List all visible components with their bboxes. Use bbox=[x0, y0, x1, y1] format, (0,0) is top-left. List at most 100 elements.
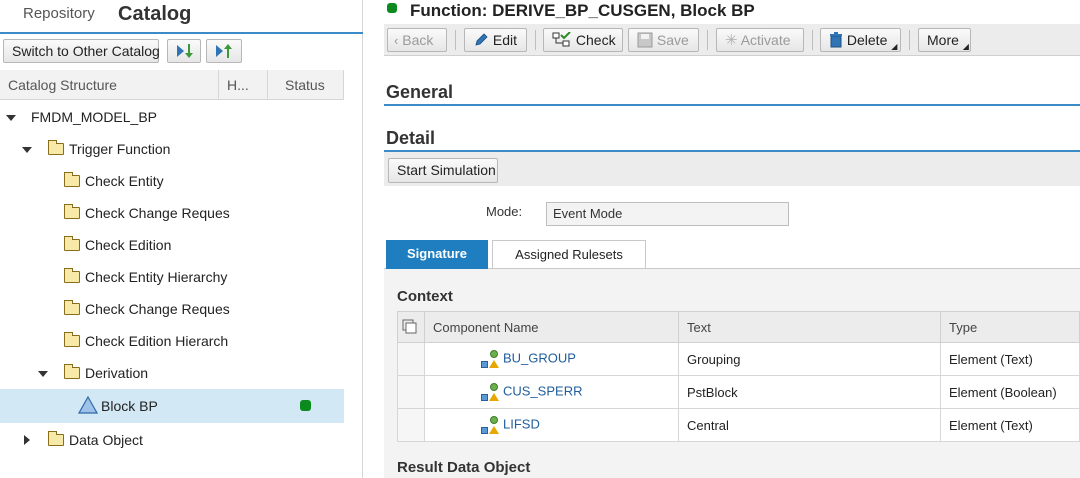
context-title: Context bbox=[397, 288, 453, 305]
tree-item-label: Check Entity Hierarchy bbox=[85, 269, 228, 285]
type-cell: Element (Text) bbox=[940, 408, 1080, 442]
select-all-cell[interactable] bbox=[397, 311, 425, 343]
move-up-button[interactable] bbox=[206, 39, 242, 63]
move-down-icon bbox=[177, 44, 193, 58]
tree-item-check-change-request[interactable]: Check Change Reques bbox=[0, 197, 344, 229]
column-status[interactable]: Status bbox=[268, 70, 344, 100]
column-catalog-structure[interactable]: Catalog Structure bbox=[0, 70, 219, 100]
data-element-icon bbox=[481, 416, 501, 434]
activate-icon: ✳ bbox=[725, 32, 738, 49]
dropdown-corner-icon: ◢ bbox=[891, 42, 898, 51]
tree-item-derivation[interactable]: Derivation bbox=[0, 357, 344, 389]
section-general[interactable]: General bbox=[386, 82, 453, 103]
tab-catalog[interactable]: Catalog bbox=[118, 0, 191, 32]
row-selector[interactable] bbox=[397, 375, 425, 409]
save-label: Save bbox=[656, 32, 689, 48]
component-cell: LIFSD bbox=[424, 408, 679, 442]
component-link[interactable]: CUS_SPERR bbox=[503, 383, 582, 398]
tree-item-check-edition[interactable]: Check Edition bbox=[0, 229, 344, 261]
tree-item-trigger-function[interactable]: Trigger Function bbox=[0, 133, 344, 165]
folder-icon bbox=[48, 431, 64, 446]
folder-icon bbox=[48, 140, 64, 155]
caret-right-icon[interactable] bbox=[24, 435, 30, 445]
pencil-icon bbox=[475, 33, 488, 46]
caret-down-icon[interactable] bbox=[38, 371, 48, 377]
tree-item-root[interactable]: FMDM_MODEL_BP bbox=[0, 101, 344, 133]
folder-icon bbox=[64, 204, 80, 219]
more-label: More bbox=[927, 32, 959, 48]
data-element-icon bbox=[481, 383, 501, 401]
activate-label: Activate bbox=[740, 32, 791, 48]
folder-icon bbox=[64, 236, 80, 251]
back-button[interactable]: ‹ Back bbox=[387, 28, 447, 52]
tree-item-label: Block BP bbox=[101, 398, 158, 414]
tree-item-label: Check Change Reques bbox=[85, 301, 230, 317]
context-table: Component Name Text Type BU_GROUP Groupi… bbox=[397, 311, 1080, 442]
edit-label: Edit bbox=[492, 32, 518, 48]
triangle-icon bbox=[78, 396, 98, 414]
table-row[interactable]: BU_GROUP Grouping Element (Text) bbox=[397, 342, 1080, 376]
text-cell: Grouping bbox=[678, 342, 941, 376]
mode-field[interactable]: Event Mode bbox=[546, 202, 789, 226]
check-button[interactable]: Check bbox=[543, 28, 623, 52]
tree-item-block-bp[interactable]: Block BP bbox=[0, 389, 344, 423]
check-label: Check bbox=[575, 32, 616, 48]
tab-signature[interactable]: Signature bbox=[386, 240, 488, 269]
copy-icon bbox=[402, 319, 417, 333]
caret-down-icon[interactable] bbox=[22, 147, 32, 153]
tree-item-check-entity-hierarchy[interactable]: Check Entity Hierarchy bbox=[0, 261, 344, 293]
status-active-icon bbox=[300, 400, 311, 411]
delete-button[interactable]: Delete ◢ bbox=[820, 28, 901, 52]
component-cell: BU_GROUP bbox=[424, 342, 679, 376]
table-row[interactable]: CUS_SPERR PstBlock Element (Boolean) bbox=[397, 375, 1080, 409]
dropdown-corner-icon: ◢ bbox=[962, 42, 969, 51]
column-type[interactable]: Type bbox=[940, 311, 1080, 343]
tree-item-label: FMDM_MODEL_BP bbox=[31, 109, 158, 125]
move-down-button[interactable] bbox=[167, 39, 201, 63]
component-link[interactable]: BU_GROUP bbox=[503, 350, 576, 365]
check-hierarchy-icon bbox=[552, 31, 571, 47]
tree-item-data-object[interactable]: Data Object bbox=[0, 424, 344, 456]
column-text[interactable]: Text bbox=[678, 311, 941, 343]
mode-label: Mode: bbox=[486, 204, 523, 219]
data-element-icon bbox=[481, 350, 501, 368]
folder-icon bbox=[64, 268, 80, 283]
component-link[interactable]: LIFSD bbox=[503, 416, 540, 431]
save-button[interactable]: Save bbox=[628, 28, 699, 52]
delete-label: Delete bbox=[846, 32, 888, 48]
tab-repository[interactable]: Repository bbox=[23, 0, 95, 32]
tree-item-check-entity[interactable]: Check Entity bbox=[0, 165, 344, 197]
tree-item-check-edition-hierarchy[interactable]: Check Edition Hierarch bbox=[0, 325, 344, 357]
text-cell: PstBlock bbox=[678, 375, 941, 409]
section-detail[interactable]: Detail bbox=[386, 128, 435, 149]
tree-item-label: Check Entity bbox=[85, 173, 164, 189]
table-header-row: Component Name Text Type bbox=[397, 311, 1080, 343]
folder-icon bbox=[64, 364, 80, 379]
status-active-icon bbox=[387, 3, 397, 13]
back-label: Back bbox=[402, 32, 434, 48]
result-data-object-title: Result Data Object bbox=[397, 459, 531, 476]
page-title: Function: DERIVE_BP_CUSGEN, Block BP bbox=[410, 1, 755, 20]
tree-item-label: Check Edition bbox=[85, 237, 172, 253]
tab-assigned-rulesets[interactable]: Assigned Rulesets bbox=[492, 240, 646, 269]
column-component-name[interactable]: Component Name bbox=[424, 311, 679, 343]
activate-button[interactable]: ✳ Activate bbox=[716, 28, 804, 52]
row-selector[interactable] bbox=[397, 342, 425, 376]
folder-icon bbox=[64, 332, 80, 347]
switch-catalog-button[interactable]: Switch to Other Catalog bbox=[3, 39, 160, 63]
text-cell: Central bbox=[678, 408, 941, 442]
tree-item-check-change-request-2[interactable]: Check Change Reques bbox=[0, 293, 344, 325]
caret-down-icon[interactable] bbox=[6, 115, 16, 121]
move-up-icon bbox=[216, 44, 232, 58]
component-cell: CUS_SPERR bbox=[424, 375, 679, 409]
edit-button[interactable]: Edit bbox=[464, 28, 527, 52]
row-selector[interactable] bbox=[397, 408, 425, 442]
folder-icon bbox=[64, 172, 80, 187]
table-row[interactable]: LIFSD Central Element (Text) bbox=[397, 408, 1080, 442]
tree-item-label: Trigger Function bbox=[69, 141, 171, 157]
start-simulation-button[interactable]: Start Simulation bbox=[388, 158, 498, 183]
column-h[interactable]: H... bbox=[219, 70, 268, 100]
more-button[interactable]: More ◢ bbox=[918, 28, 971, 52]
tree-item-label: Check Edition Hierarch bbox=[85, 333, 229, 349]
chevron-left-icon: ‹ bbox=[394, 33, 399, 48]
